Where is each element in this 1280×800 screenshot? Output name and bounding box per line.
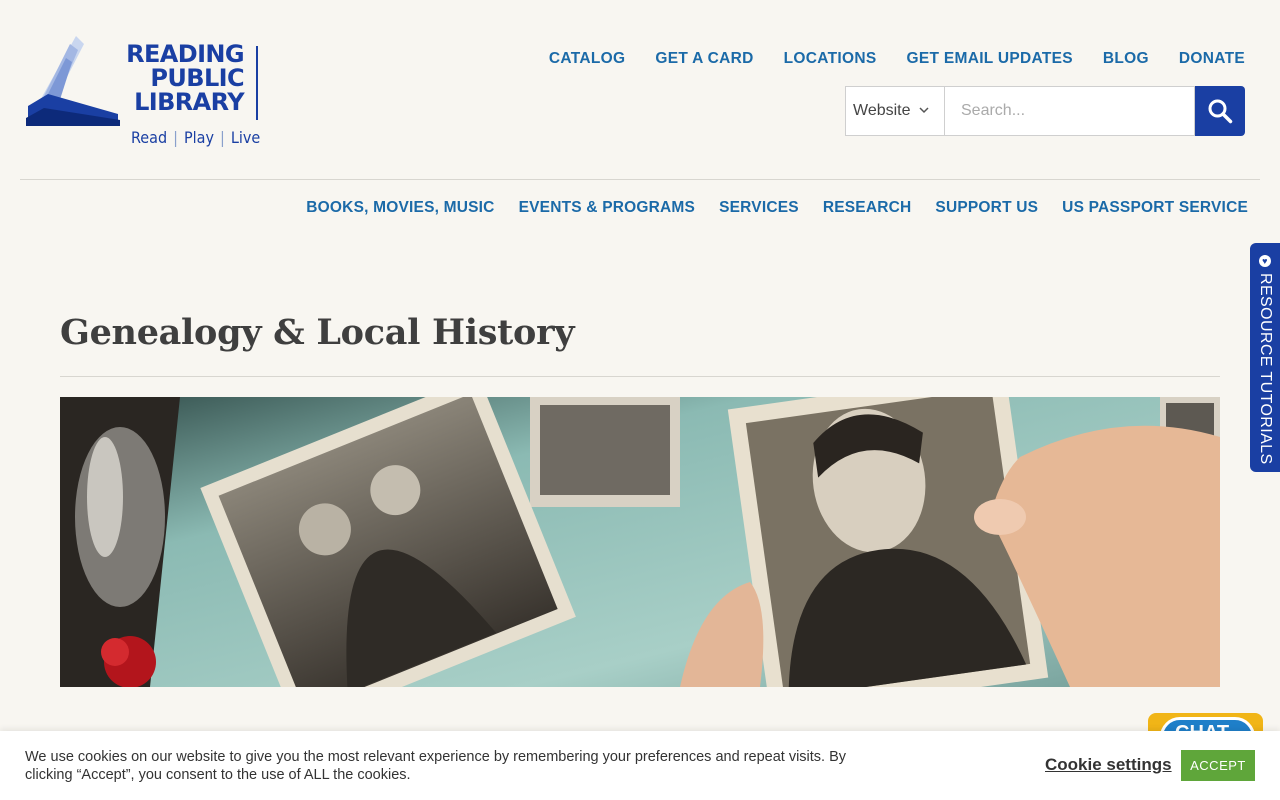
tagline-play: Play <box>183 128 214 147</box>
search-input[interactable] <box>945 86 1195 136</box>
search-scope-select[interactable]: Website <box>845 86 945 136</box>
logo-wordmark: READING PUBLIC LIBRARY <box>126 42 244 114</box>
accept-cookies-button[interactable]: ACCEPT <box>1181 750 1255 781</box>
search-bar: Website <box>845 86 1245 136</box>
page-title: Genealogy & Local History <box>60 312 575 353</box>
logo-line3: LIBRARY <box>134 88 245 116</box>
nav-support-us[interactable]: SUPPORT US <box>935 199 1038 217</box>
book-logo-icon <box>26 36 120 126</box>
header-divider <box>20 179 1260 180</box>
nav-get-a-card[interactable]: GET A CARD <box>655 50 753 68</box>
cookie-settings-link[interactable]: Cookie settings <box>1045 755 1172 775</box>
cookie-consent-bar: We use cookies on our website to give yo… <box>0 731 1280 800</box>
nav-services[interactable]: SERVICES <box>719 199 799 217</box>
resource-tutorials-label: RESOURCE TUTORIALS <box>1257 273 1274 465</box>
nav-donate[interactable]: DONATE <box>1179 50 1245 68</box>
resource-tutorials-tab[interactable]: ♥ RESOURCE TUTORIALS <box>1250 243 1280 472</box>
nav-get-email-updates[interactable]: GET EMAIL UPDATES <box>906 50 1072 68</box>
nav-us-passport-service[interactable]: US PASSPORT SERVICE <box>1062 199 1248 217</box>
search-scope-value: Website <box>853 102 911 119</box>
utility-nav: CATALOG GET A CARD LOCATIONS GET EMAIL U… <box>549 50 1245 68</box>
nav-catalog[interactable]: CATALOG <box>549 50 625 68</box>
nav-events-programs[interactable]: EVENTS & PROGRAMS <box>519 199 696 217</box>
heart-icon: ♥ <box>1259 255 1271 267</box>
tagline-separator: | <box>219 128 225 147</box>
nav-blog[interactable]: BLOG <box>1103 50 1149 68</box>
search-icon <box>1208 99 1233 124</box>
nav-research[interactable]: RESEARCH <box>823 199 912 217</box>
nav-locations[interactable]: LOCATIONS <box>784 50 877 68</box>
old-photographs-image <box>60 397 1220 687</box>
tagline-read: Read <box>131 128 168 147</box>
nav-books-movies-music[interactable]: BOOKS, MOVIES, MUSIC <box>306 199 494 217</box>
tagline-separator: | <box>173 128 178 147</box>
chevron-down-icon <box>918 105 929 117</box>
logo-divider <box>256 46 258 120</box>
cookie-message: We use cookies on our website to give yo… <box>25 749 847 783</box>
title-divider <box>60 376 1220 377</box>
hero-image <box>60 397 1220 687</box>
logo-tagline: Read | Play | Live <box>131 128 260 147</box>
logo-line1: READING <box>126 40 244 68</box>
site-logo[interactable]: READING PUBLIC LIBRARY Read | Play | Liv… <box>26 34 262 150</box>
main-nav: BOOKS, MOVIES, MUSIC EVENTS & PROGRAMS S… <box>306 199 1248 217</box>
logo-line2: PUBLIC <box>150 64 244 92</box>
search-button[interactable] <box>1195 86 1245 136</box>
tagline-live: Live <box>230 128 261 147</box>
